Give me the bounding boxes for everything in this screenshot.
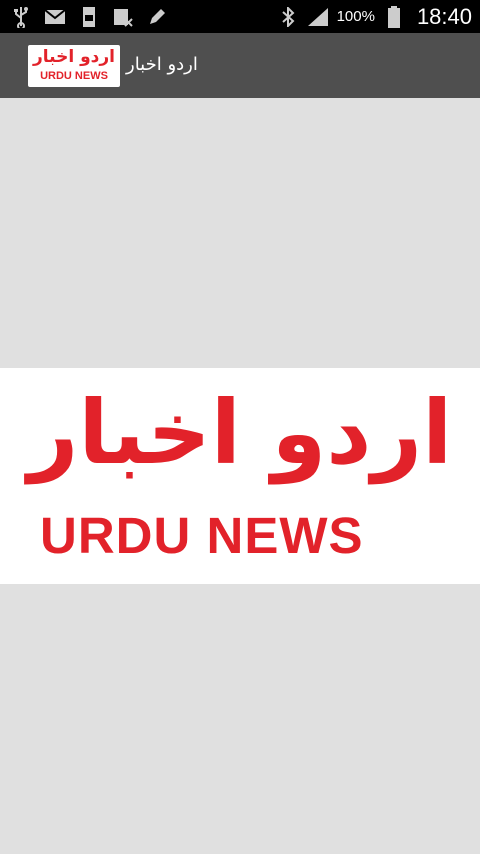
notification-icons xyxy=(10,4,168,29)
gmail-icon xyxy=(44,6,66,28)
logo-urdu-text: اردو اخبار xyxy=(32,47,115,67)
action-bar: اردو اخبار URDU NEWS اردو اخبار xyxy=(0,33,480,98)
content-area: اردو اخبار URDU NEWS xyxy=(0,98,480,854)
usb-icon xyxy=(10,6,32,28)
splash-english-text: URDU NEWS xyxy=(40,507,364,564)
sim-calendar-icon xyxy=(112,6,134,28)
battery-percent: 100% xyxy=(336,8,375,25)
splash-banner: اردو اخبار URDU NEWS xyxy=(0,368,480,584)
sd-card-icon xyxy=(78,6,100,28)
app-logo[interactable]: اردو اخبار URDU NEWS xyxy=(28,45,120,87)
clock: 18:40 xyxy=(416,3,472,29)
app-title: اردو اخبار xyxy=(126,54,198,75)
battery-icon xyxy=(383,5,405,28)
bluetooth-icon xyxy=(277,6,299,28)
signal-icon xyxy=(307,6,329,28)
status-bar: 100% 18:40 xyxy=(0,0,480,33)
system-icons: 100% 18:40 xyxy=(277,0,472,33)
logo-english-text: URDU NEWS xyxy=(40,70,108,82)
edit-icon xyxy=(146,6,168,28)
splash-urdu-text: اردو اخبار xyxy=(27,381,453,484)
